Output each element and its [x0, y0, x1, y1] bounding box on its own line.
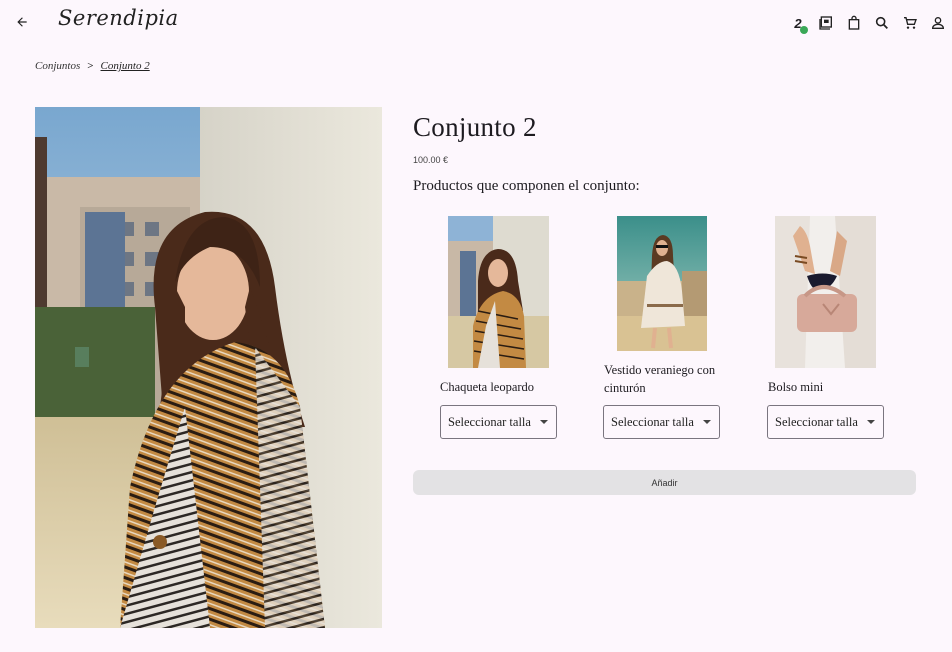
product-name[interactable]: Vestido veraniego con cinturón: [604, 361, 724, 397]
portfolio-button[interactable]: [812, 12, 840, 34]
back-button[interactable]: [12, 12, 32, 32]
size-select-label: Seleccionar talla: [775, 414, 858, 429]
breadcrumb-separator: >: [87, 60, 94, 72]
chevron-down-icon: [540, 420, 548, 424]
user-button[interactable]: [924, 12, 952, 34]
header-actions: 2: [784, 12, 952, 34]
top-app-bar: Serendipia 2: [0, 0, 952, 44]
add-button[interactable]: Añadir: [413, 470, 916, 495]
breadcrumb-root[interactable]: Conjuntos: [35, 60, 80, 72]
shopping-bag-button[interactable]: [840, 12, 868, 34]
size-select[interactable]: Seleccionar talla: [603, 405, 720, 439]
members-button[interactable]: 2: [784, 12, 812, 34]
components-heading: Productos que componen el conjunto:: [413, 178, 640, 194]
cart-icon: [904, 17, 917, 29]
product-image[interactable]: [775, 216, 876, 368]
product-image[interactable]: [617, 216, 707, 351]
shopping-bag-icon: [848, 15, 860, 30]
page-title: Conjunto 2: [413, 112, 537, 142]
price: 100.00 €: [413, 155, 449, 165]
size-select-label: Seleccionar talla: [448, 414, 531, 429]
arrow-left-icon: [17, 17, 27, 27]
size-select[interactable]: Seleccionar talla: [440, 405, 557, 439]
product-name[interactable]: Bolso mini: [768, 378, 823, 396]
product-image[interactable]: [448, 216, 549, 368]
chevron-down-icon: [867, 420, 875, 424]
logo[interactable]: Serendipia: [58, 6, 179, 30]
breadcrumb: Conjuntos > Conjunto 2: [35, 60, 150, 72]
user-icon: [931, 17, 945, 29]
search-icon: [875, 16, 888, 29]
search-button[interactable]: [868, 12, 896, 34]
cart-button[interactable]: [896, 12, 924, 34]
portfolio-icon: [819, 16, 832, 30]
size-select[interactable]: Seleccionar talla: [767, 405, 884, 439]
size-select-label: Seleccionar talla: [611, 414, 694, 429]
main-product-image: [35, 107, 382, 628]
breadcrumb-current[interactable]: Conjunto 2: [101, 60, 150, 72]
product-name[interactable]: Chaqueta leopardo: [440, 378, 534, 396]
status-badge: [800, 26, 808, 34]
chevron-down-icon: [703, 420, 711, 424]
